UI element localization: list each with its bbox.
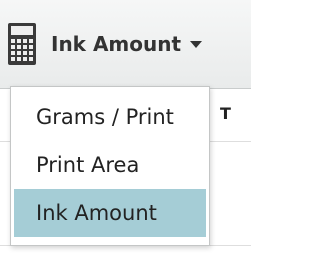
dropdown-menu: Grams / Print Print Area Ink Amount <box>10 86 210 246</box>
menu-item-grams-per-print[interactable]: Grams / Print <box>14 93 206 141</box>
table-header-cell: T <box>220 104 231 123</box>
caret-down-icon <box>190 40 203 48</box>
dropdown-label: Ink Amount <box>51 32 182 56</box>
menu-item-ink-amount[interactable]: Ink Amount <box>14 189 206 237</box>
calculator-icon <box>8 23 36 65</box>
menu-item-print-area[interactable]: Print Area <box>14 141 206 189</box>
toolbar: Ink Amount <box>0 0 251 89</box>
calculation-dropdown-button[interactable]: Ink Amount <box>8 12 203 76</box>
